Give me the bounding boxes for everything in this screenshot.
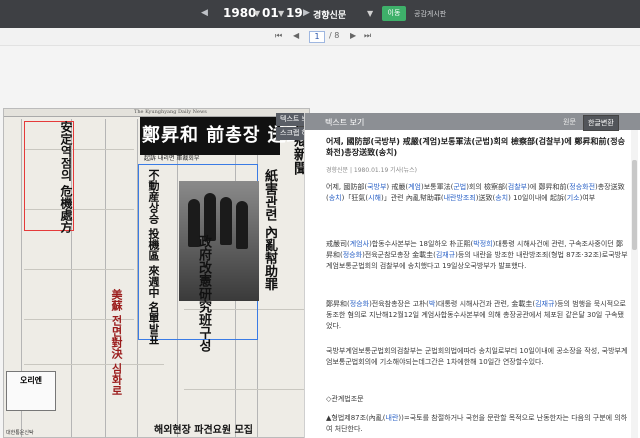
text-segment: )대통령 시해사건과 관련, 金載圭(: [435, 300, 536, 308]
hangul-convert-toggle[interactable]: 한글변환: [583, 115, 619, 131]
bottom-banner: 해외현장 파견요원 모집: [154, 425, 253, 436]
article-paragraph-4: 국방부계엄보통군법회의검찰부는 군법회의법에따라 송치일로부터 10일이내에 공…: [326, 346, 628, 368]
article-paragraph-3: 鄭昇和(정승화)전육참총장은 고朴(박)대통령 시해사건과 관련, 金載圭(김재…: [326, 299, 628, 333]
np-column: [72, 119, 106, 437]
article-meta: 경향신문 | 1980.01.19 기사(뉴스): [326, 167, 417, 174]
year-dropdown-icon[interactable]: ▼: [254, 9, 260, 18]
first-page-icon[interactable]: ⏮: [275, 31, 282, 41]
text-segment: 어제, 國防部(: [326, 183, 368, 191]
photo-figure: [220, 197, 232, 245]
hanja-reading: 내란: [385, 414, 399, 422]
hanja-reading: 정승화전: [569, 183, 596, 191]
share-board-link[interactable]: 공감게시판: [414, 9, 446, 19]
text-segment: 鄭昇和(: [326, 300, 350, 308]
bottom-left-banner: 대한통운신탁: [6, 430, 34, 436]
sub-headline: 起訴 내리면 軍裁회부: [144, 155, 200, 162]
newspaper-dropdown-icon[interactable]: ▼: [367, 9, 373, 18]
hanja-reading: 기소: [566, 194, 580, 203]
hanja-reading: 송치: [495, 194, 509, 203]
text-segment: 「狂氣(: [344, 194, 369, 203]
ad-box: 오리엔: [6, 371, 56, 411]
side-heading-3: 不動産상승 投機區 來週中 名單발표: [147, 169, 160, 346]
text-segment: )여부: [579, 194, 596, 203]
text-segment: ▲형법제87조(內亂(: [326, 414, 386, 422]
article-paragraph-1: 어제, 國防部(국방부) 戒嚴(계엄)보통軍法(군법)회의 檢察部(검찰부)에 …: [326, 182, 628, 204]
hanja-reading: 내란방조죄: [443, 194, 476, 203]
next-page-icon[interactable]: ▶: [350, 31, 356, 40]
masthead-strip: The Kyunghyang Daily News: [4, 109, 309, 117]
hanja-reading: 시해: [368, 194, 381, 203]
text-segment: )」관련 內亂幇助罪(: [380, 194, 444, 203]
side-heading-2: 政府改憲研究班구성: [196, 235, 211, 352]
hanja-reading: 국방부: [367, 183, 387, 191]
article-paragraph-2: 戒嚴司(계엄사)합동수사본부는 18일하오 朴正熙(박정희)대통령 시해사건에 …: [326, 239, 628, 273]
side-heading-5: 紙害관련 內亂幇助罪: [262, 169, 277, 291]
text-segment: 戒嚴司(: [326, 240, 350, 248]
page-number-input[interactable]: 1: [309, 31, 325, 43]
prev-date-arrow-icon[interactable]: ◀: [201, 8, 208, 18]
side-heading-1: 安定역점의 危機處方: [59, 121, 73, 234]
photo-figure: [236, 201, 248, 249]
text-segment: 送致(: [478, 194, 496, 203]
prev-page-icon[interactable]: ◀: [293, 31, 299, 40]
total-pages-label: / 8: [329, 31, 340, 40]
hanja-reading: 박정희: [473, 240, 493, 248]
text-segment: 국방부계엄보통군법회의검찰부는 군법회의법에따라 송치일로부터 10일이내에 공…: [326, 347, 628, 367]
next-date-arrow-icon[interactable]: ▶: [303, 8, 310, 18]
day-select[interactable]: 19: [286, 6, 303, 20]
text-segment: )에 鄭昇和前(: [527, 183, 570, 191]
text-segment: ◇관계법조문: [326, 395, 364, 403]
hanja-reading: 계엄사: [349, 240, 370, 248]
newspaper-page-image[interactable]: The Kyunghyang Daily News 鄭昇和 前총장 送致 起訴 …: [3, 108, 310, 438]
last-page-icon[interactable]: ⏭: [364, 31, 371, 41]
text-segment: ) 10일이내에 起訴(: [508, 194, 567, 203]
hanja-reading: 김재규: [535, 300, 555, 308]
month-select[interactable]: 01: [262, 6, 279, 20]
original-text-toggle[interactable]: 원문: [560, 116, 579, 128]
photo-figure: [204, 193, 216, 241]
np-text-line: [24, 269, 134, 270]
text-view-panel: 텍스트 보기 원문 한글변환: [304, 113, 640, 438]
np-text-line: [24, 364, 164, 365]
side-heading-4: 美蘇 전면對決 심화로: [110, 289, 123, 396]
hanja-reading: 정승화: [349, 300, 370, 308]
panel-scroll-thumb[interactable]: [632, 160, 637, 250]
article-paragraph-5: ◇관계법조문: [326, 394, 628, 405]
ad-label: 오리엔: [19, 376, 43, 385]
text-segment: )합동수사본부는 18일하오 朴正熙(: [369, 240, 474, 248]
text-segment: )보통軍法(: [420, 183, 454, 191]
year-select[interactable]: 1980: [223, 6, 256, 20]
hanja-reading: 군법: [453, 183, 467, 191]
text-segment: ) 戒嚴(: [386, 183, 409, 191]
article-title: 어제, 國防部(국방부) 戒嚴(계엄)보통軍法(군법)회의 檢察部(검찰부)에 …: [326, 137, 625, 157]
text-segment: )전육참총장은 고朴(: [369, 300, 429, 308]
hanja-reading: 정승화: [342, 251, 363, 260]
headline-text: 鄭昇和 前총장 送致: [142, 125, 306, 146]
text-segment: )전육군참모총장 金載圭(: [362, 251, 436, 260]
hanja-reading: 검찰부: [507, 183, 528, 191]
text-segment: )회의 檢察部(: [466, 183, 508, 191]
np-text-line: [184, 389, 304, 390]
date-toolbar: ◀ 1980 ▼ 01 ▼ 19 ▶ 경향신문 ▼ 이동 공감게시판: [0, 0, 640, 28]
newspaper-select[interactable]: 경향신문: [313, 8, 346, 21]
article-paragraph-6: ▲형법제87조(內亂(내란))=국토를 참절하거나 국헌을 문란할 목적으로 난…: [326, 413, 628, 435]
page-pager: ⏮ ◀ 1 / 8 ▶ ⏭: [0, 28, 640, 46]
text-panel-header: 텍스트 보기 원문 한글변환: [305, 113, 640, 131]
hanja-reading: 김재규: [435, 251, 456, 260]
hanja-reading: 송치: [328, 194, 342, 203]
masthead-text: The Kyunghyang Daily News: [134, 109, 207, 115]
hanja-reading: 계엄: [408, 183, 421, 191]
month-dropdown-icon[interactable]: ▼: [278, 9, 284, 18]
text-panel-title: 텍스트 보기: [325, 118, 365, 127]
go-button[interactable]: 이동: [382, 6, 406, 21]
